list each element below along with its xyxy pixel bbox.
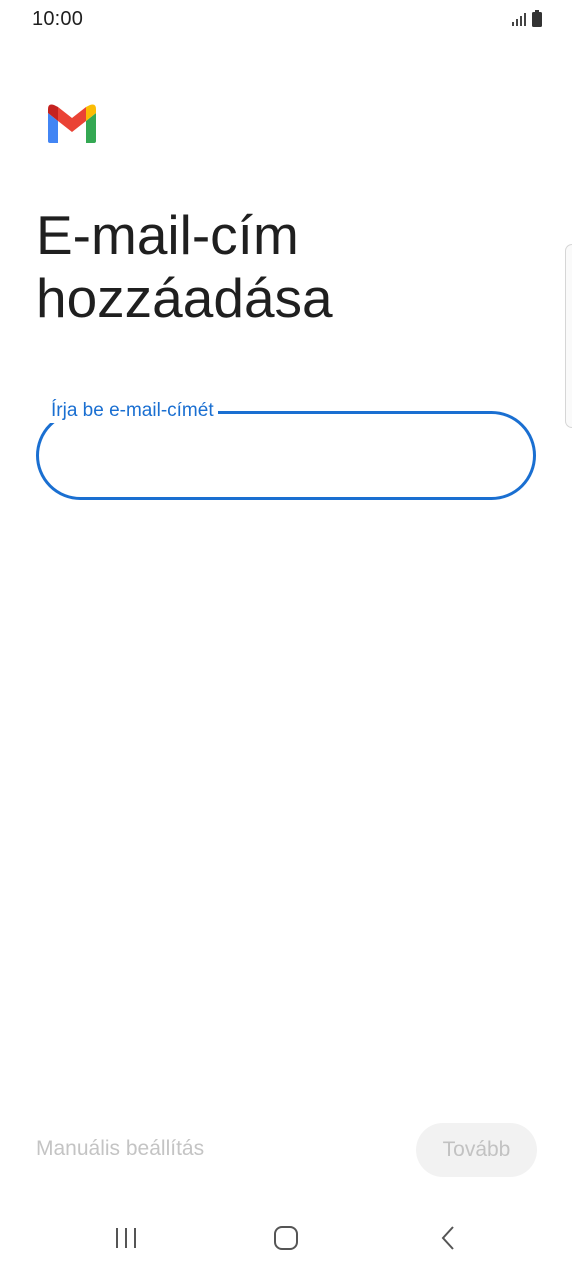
email-field[interactable]: Írja be e-mail-címét bbox=[36, 399, 536, 500]
signal-icon bbox=[512, 12, 528, 31]
add-email-screen: 10:00 E-mail-cím hozzáadása Írja be e-ma… bbox=[0, 0, 572, 1275]
status-icons bbox=[512, 10, 542, 32]
battery-icon bbox=[532, 10, 542, 32]
recents-icon[interactable] bbox=[106, 1220, 146, 1256]
email-input[interactable] bbox=[63, 436, 507, 478]
manual-setup-button[interactable]: Manuális beállítás bbox=[36, 1137, 204, 1161]
back-icon[interactable] bbox=[428, 1220, 468, 1256]
next-button[interactable]: Tovább bbox=[416, 1123, 537, 1177]
gmail-logo-icon bbox=[46, 103, 98, 143]
email-field-label: Írja be e-mail-címét bbox=[47, 399, 218, 423]
edge-panel-handle[interactable] bbox=[565, 244, 572, 428]
status-time: 10:00 bbox=[32, 8, 84, 30]
page-title: E-mail-cím hozzáadása bbox=[36, 204, 333, 329]
home-icon[interactable] bbox=[266, 1220, 306, 1256]
